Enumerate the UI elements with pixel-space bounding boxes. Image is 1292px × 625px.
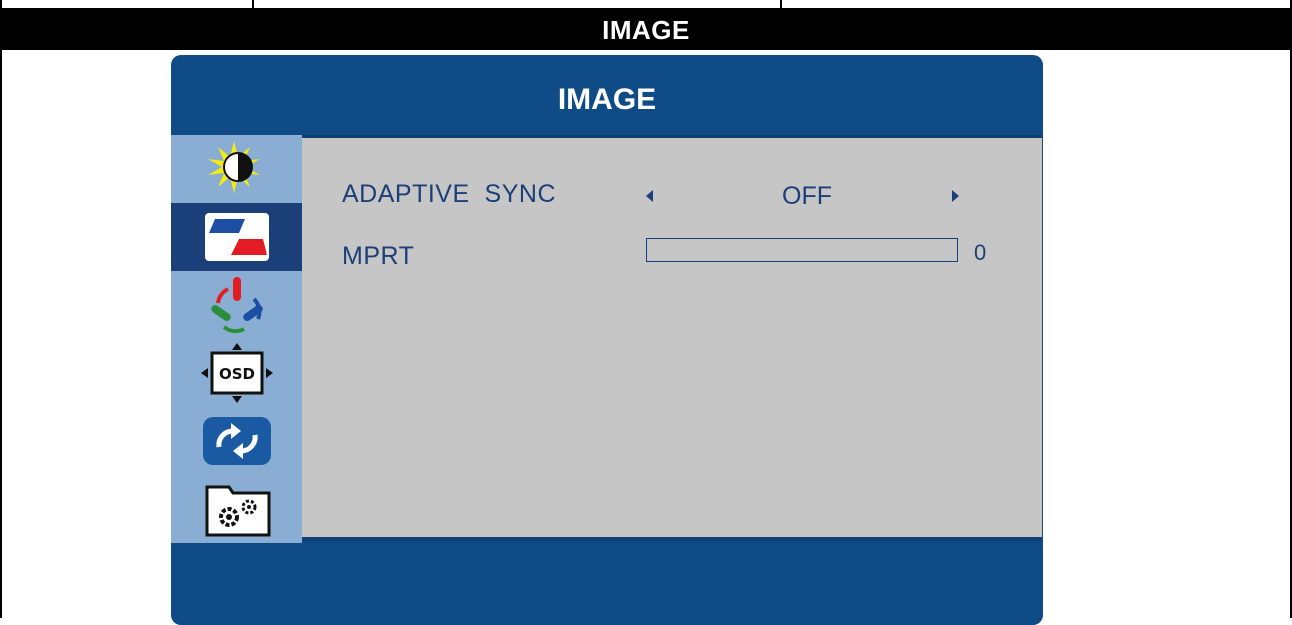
osd-sidebar: OSD bbox=[171, 135, 302, 543]
sidebar-item-reset[interactable] bbox=[171, 407, 302, 475]
osd-content-panel: ADAPTIVE SYNC OFF MPRT 0 bbox=[302, 135, 1042, 541]
image-flag-icon bbox=[204, 213, 269, 261]
adaptive-sync-prev-arrow-icon[interactable] bbox=[646, 190, 653, 202]
rgb-color-icon bbox=[210, 277, 263, 334]
mprt-value: 0 bbox=[974, 240, 987, 265]
sidebar-item-osd-setup[interactable]: OSD bbox=[171, 339, 302, 407]
sidebar-item-brightness[interactable] bbox=[171, 135, 302, 203]
gears-folder-icon bbox=[205, 485, 270, 537]
svg-text:OSD: OSD bbox=[218, 365, 254, 383]
table-top-row bbox=[0, 0, 1292, 10]
sun-contrast-icon bbox=[207, 141, 260, 193]
osd-menu: IMAGE OSD ADAPTIVE SYNC OFF MPRT 0 bbox=[171, 55, 1043, 625]
adaptive-sync-label: ADAPTIVE SYNC bbox=[342, 180, 556, 208]
mprt-label: MPRT bbox=[342, 242, 415, 270]
adaptive-sync-next-arrow-icon[interactable] bbox=[952, 190, 959, 202]
table-border-left bbox=[0, 50, 2, 618]
adaptive-sync-value[interactable]: OFF bbox=[742, 182, 872, 211]
osd-position-icon: OSD bbox=[200, 343, 273, 403]
section-header: IMAGE bbox=[0, 10, 1292, 50]
document-frame: IMAGE IMAGE OSD ADAPTIVE SYNC OFF MPRT 0 bbox=[0, 0, 1292, 625]
osd-title: IMAGE bbox=[557, 83, 657, 116]
sidebar-item-image[interactable] bbox=[171, 203, 302, 271]
sidebar-item-color[interactable] bbox=[171, 271, 302, 339]
refresh-icon bbox=[202, 417, 271, 465]
mprt-slider[interactable] bbox=[646, 238, 958, 262]
sidebar-item-extra[interactable] bbox=[171, 475, 302, 543]
